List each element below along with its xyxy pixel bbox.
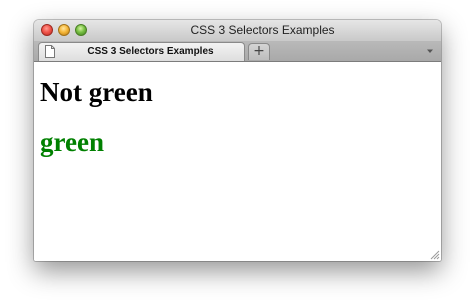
- chevron-down-icon[interactable]: [425, 46, 435, 56]
- minimize-window-icon[interactable]: [58, 24, 70, 36]
- tab-bar: CSS 3 Selectors Examples +: [34, 41, 441, 62]
- window-title: CSS 3 Selectors Examples: [190, 23, 335, 37]
- heading-not-green: Not green: [40, 77, 153, 107]
- heading-green: green: [40, 127, 104, 157]
- tab-css-3-selectors-examples[interactable]: CSS 3 Selectors Examples: [38, 42, 245, 61]
- resize-grip-icon[interactable]: [429, 249, 440, 260]
- title-bar[interactable]: CSS 3 Selectors Examples: [34, 20, 441, 41]
- tab-label: CSS 3 Selectors Examples: [87, 46, 214, 57]
- zoom-window-icon[interactable]: [75, 24, 87, 36]
- browser-window: CSS 3 Selectors Examples CSS 3 Selectors…: [34, 20, 441, 261]
- screenshot-stage: CSS 3 Selectors Examples CSS 3 Selectors…: [0, 0, 474, 307]
- page-icon: [45, 45, 55, 58]
- new-tab-button[interactable]: +: [248, 43, 270, 60]
- close-window-icon[interactable]: [41, 24, 53, 36]
- page-content: Not green green: [34, 62, 441, 261]
